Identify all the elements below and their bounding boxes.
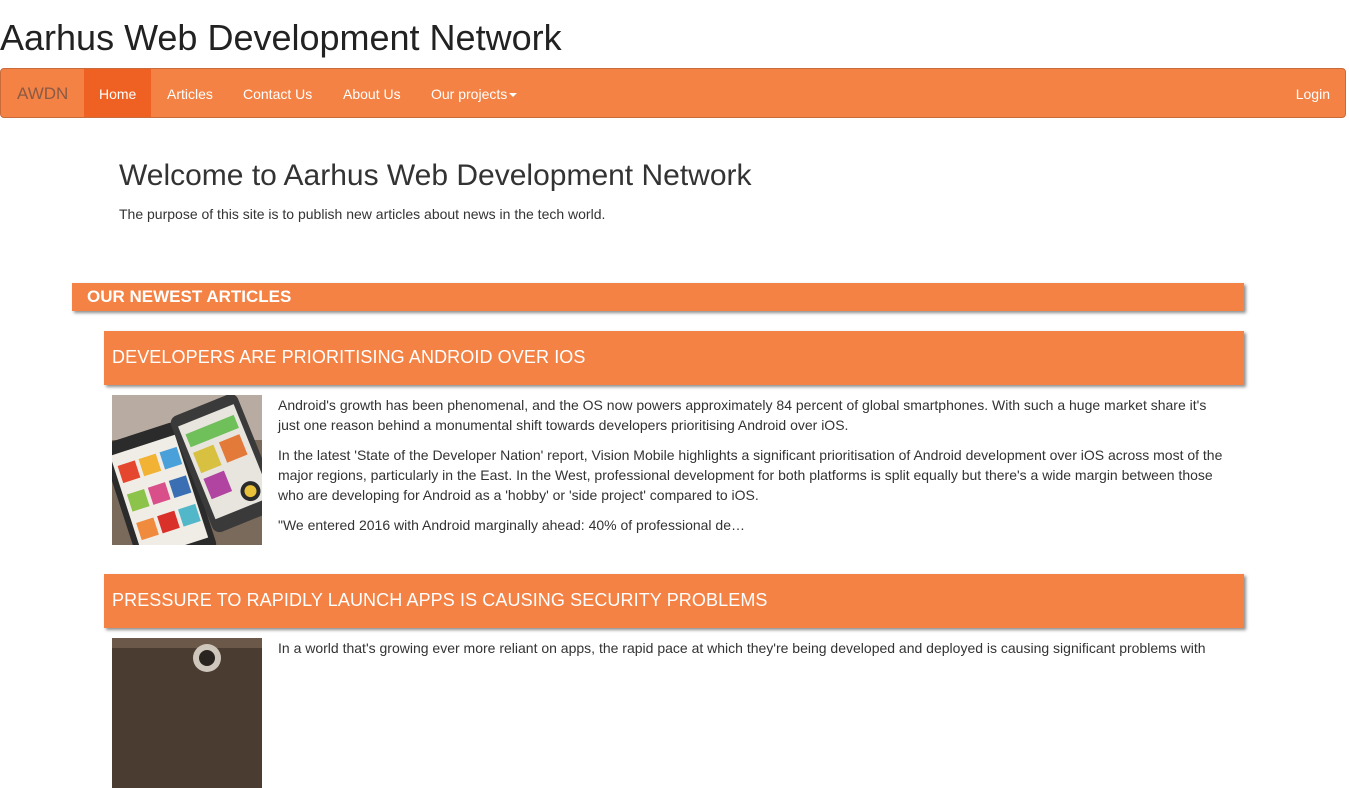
article-paragraph: "We entered 2016 with Android marginally… [278,517,745,533]
article-thumbnail[interactable] [112,395,262,545]
article-paragraph: Android's growth has been phenomenal, an… [278,397,1207,433]
security-image [112,638,262,788]
nav-our-projects[interactable]: Our projects [416,69,532,117]
nav-contact-us[interactable]: Contact Us [228,69,327,117]
article-title[interactable]: PRESSURE TO RAPIDLY LAUNCH APPS IS CAUSI… [112,590,768,611]
article-paragraph: In a world that's growing ever more reli… [278,640,1206,656]
nav-our-projects-label: Our projects [431,86,508,102]
newest-articles-label: OUR NEWEST ARTICLES [87,287,292,306]
nav-login[interactable]: Login [1281,69,1345,117]
welcome-text: The purpose of this site is to publish n… [119,206,606,222]
article-thumbnail[interactable] [112,638,262,788]
article-paragraph: In the latest 'State of the Developer Na… [278,447,1223,503]
welcome-title: Welcome to Aarhus Web Development Networ… [119,159,752,192]
article-excerpt: In a world that's growing ever more reli… [278,638,1228,668]
article-title-bar[interactable]: PRESSURE TO RAPIDLY LAUNCH APPS IS CAUSI… [104,574,1244,628]
brand-link[interactable]: AWDN [17,69,68,119]
article-title-bar[interactable]: DEVELOPERS ARE PRIORITISING ANDROID OVER… [104,331,1244,385]
nav-home[interactable]: Home [84,69,152,117]
android-phones-image [112,395,262,545]
article-excerpt: Android's growth has been phenomenal, an… [278,395,1228,545]
site-title: Aarhus Web Development Network [0,17,562,58]
main-navbar: AWDN Home Articles Contact Us About Us O… [0,68,1346,118]
nav-articles[interactable]: Articles [152,69,228,117]
article-title[interactable]: DEVELOPERS ARE PRIORITISING ANDROID OVER… [112,347,586,368]
newest-articles-header: OUR NEWEST ARTICLES [72,283,1244,311]
nav-about-us[interactable]: About Us [328,69,416,117]
caret-down-icon [509,93,518,98]
